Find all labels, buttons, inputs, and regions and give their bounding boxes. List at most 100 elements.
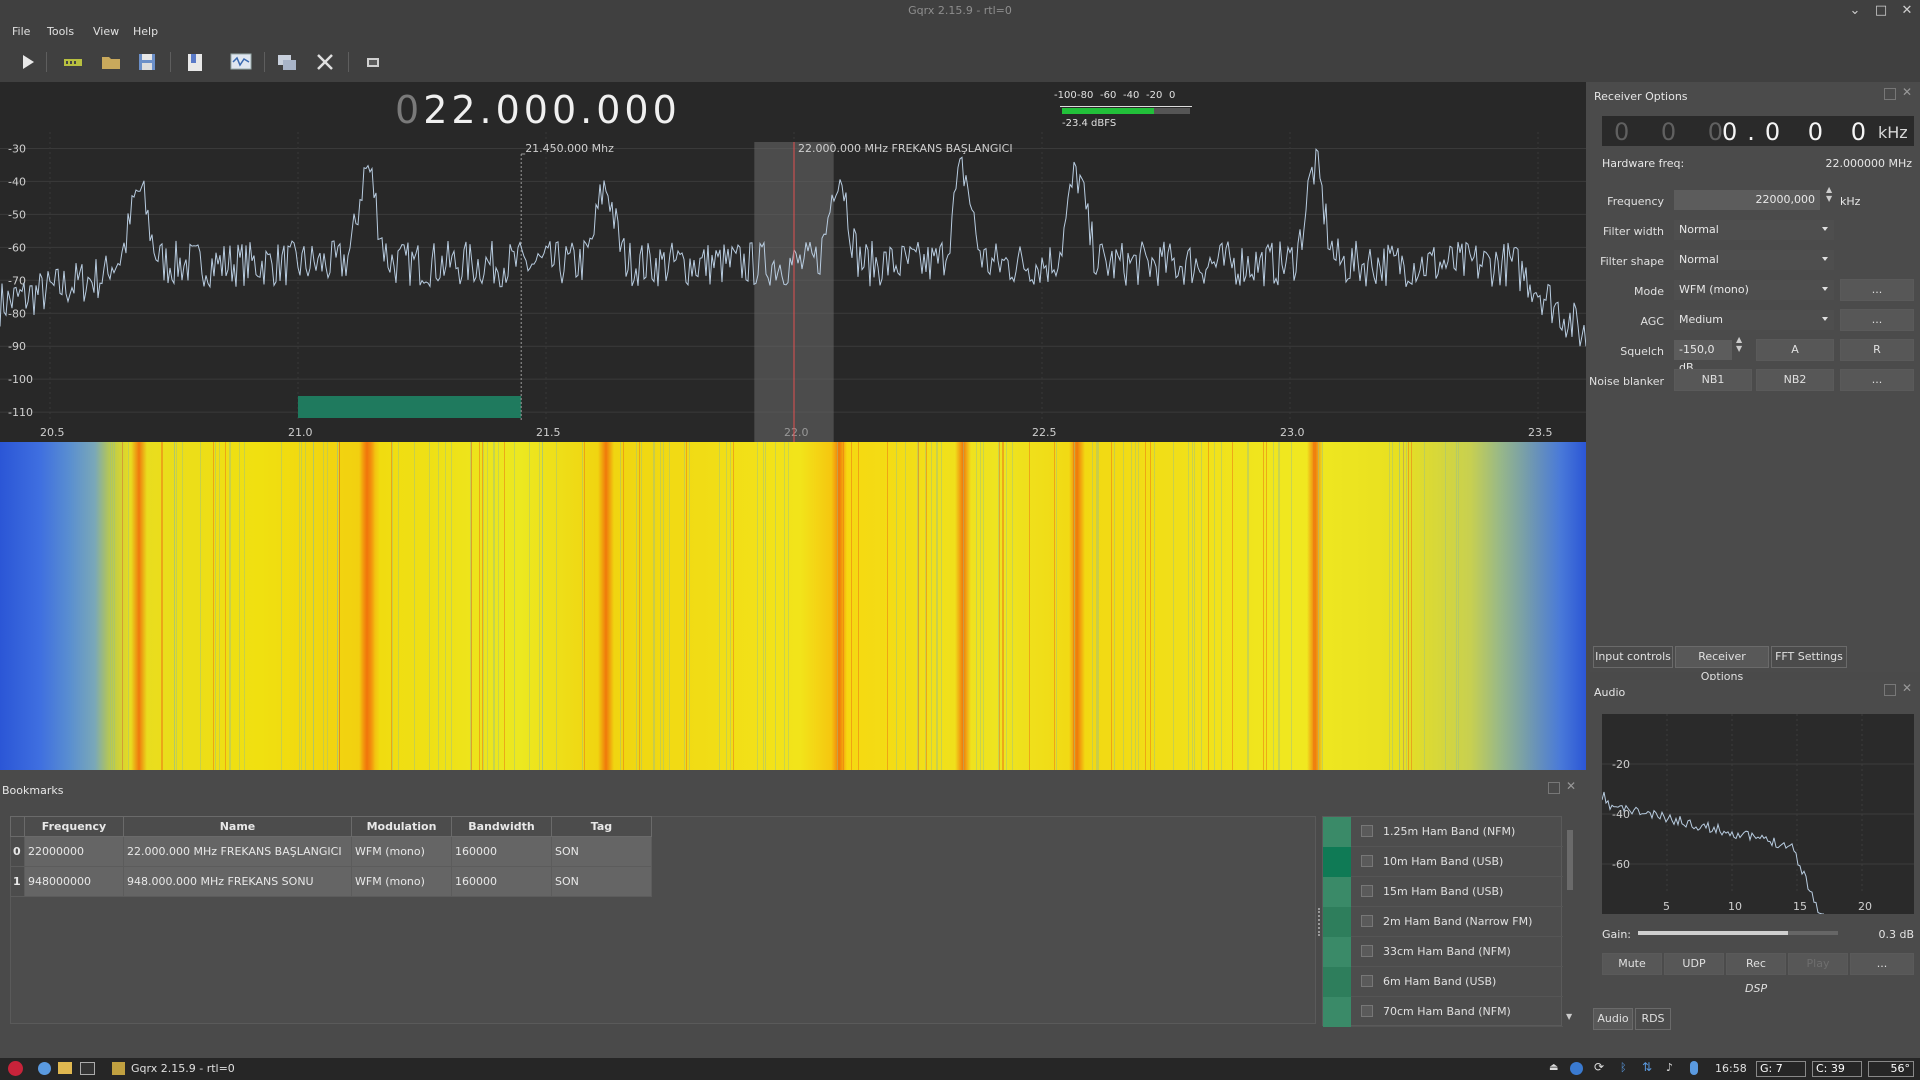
rec-button[interactable]: Rec <box>1726 953 1786 975</box>
cell-name[interactable]: 22.000.000 MHz FREKANS BAŞLANGICI <box>123 836 352 867</box>
cell-bandwidth[interactable]: 160000 <box>451 836 552 867</box>
menu-tools[interactable]: Tools <box>47 25 74 38</box>
frequency-spin-icon[interactable]: ▲ ▼ <box>1826 185 1832 203</box>
splitter-handle[interactable] <box>1318 908 1320 936</box>
remote-icon[interactable] <box>274 50 300 74</box>
column-header-name[interactable]: Name <box>123 816 352 837</box>
table-row[interactable]: 1 948000000 948.000.000 MHz FREKANS SONU… <box>10 866 652 897</box>
nb1-button[interactable]: NB1 <box>1674 369 1752 391</box>
filter-width-select[interactable]: Normal <box>1674 220 1834 240</box>
column-header-bandwidth[interactable]: Bandwidth <box>451 816 552 837</box>
squelch-auto-button[interactable]: A <box>1756 339 1834 361</box>
eject-icon[interactable]: ⏏ <box>1549 1062 1558 1073</box>
tag-checkbox[interactable] <box>1361 855 1373 867</box>
tab-input-controls[interactable]: Input controls <box>1593 646 1673 668</box>
clock[interactable]: 16:58 <box>1715 1062 1747 1075</box>
menu-help[interactable]: Help <box>133 25 158 38</box>
taskbar-app-title[interactable]: Gqrx 2.15.9 - rtl=0 <box>131 1062 235 1075</box>
browser-icon[interactable] <box>38 1062 51 1075</box>
cell-modulation[interactable]: WFM (mono) <box>351 836 452 867</box>
menu-view[interactable]: View <box>93 25 119 38</box>
terminal-icon[interactable] <box>80 1062 95 1075</box>
panel-close-icon[interactable]: ✕ <box>1902 85 1912 99</box>
waterfall-streak <box>162 442 164 770</box>
squelch-spin-icon[interactable]: ▲ ▼ <box>1736 335 1742 353</box>
table-row[interactable]: 0 22000000 22.000.000 MHz FREKANS BAŞLAN… <box>10 836 652 867</box>
close-icon[interactable]: ✕ <box>1898 2 1916 20</box>
mode-select[interactable]: WFM (mono) <box>1674 280 1834 300</box>
transfer-icon[interactable]: ⇅ <box>1642 1060 1652 1074</box>
tab-audio[interactable]: Audio <box>1593 1008 1633 1030</box>
tag-list-item[interactable]: 15m Ham Band (USB) <box>1323 877 1563 907</box>
waterfall-display[interactable] <box>0 442 1586 770</box>
panel-close-icon[interactable]: ✕ <box>1902 681 1912 695</box>
file-manager-icon[interactable] <box>58 1062 72 1074</box>
raspberry-menu-icon[interactable] <box>8 1061 23 1076</box>
tag-checkbox[interactable] <box>1361 885 1373 897</box>
save-icon[interactable] <box>134 50 160 74</box>
tab-rds[interactable]: RDS <box>1635 1008 1671 1030</box>
nb-options-button[interactable]: ... <box>1840 369 1914 391</box>
hardware-icon[interactable] <box>60 50 86 74</box>
settings-icon[interactable] <box>312 50 338 74</box>
tag-checkbox[interactable] <box>1361 975 1373 987</box>
udp-button[interactable]: UDP <box>1664 953 1724 975</box>
tag-checkbox[interactable] <box>1361 825 1373 837</box>
tag-list-item[interactable]: 6m Ham Band (USB) <box>1323 967 1563 997</box>
bookmark-icon[interactable] <box>182 50 208 74</box>
undock-icon[interactable] <box>1884 88 1896 100</box>
menu-file[interactable]: File <box>12 25 30 38</box>
cell-bandwidth[interactable]: 160000 <box>451 866 552 897</box>
column-header-frequency[interactable]: Frequency <box>24 816 124 837</box>
play-icon[interactable] <box>14 50 40 74</box>
offset-frequency-display[interactable]: 0 0 0 0.0 0 0 kHz <box>1602 116 1914 146</box>
tag-checkbox[interactable] <box>1361 915 1373 927</box>
minimize-icon[interactable]: ⌄ <box>1846 2 1864 20</box>
play-button[interactable]: Play <box>1788 953 1848 975</box>
mode-options-button[interactable]: ... <box>1840 279 1914 301</box>
microphone-icon[interactable] <box>1690 1061 1698 1075</box>
tab-fft-settings[interactable]: FFT Settings <box>1771 646 1847 668</box>
cell-frequency[interactable]: 22000000 <box>24 836 124 867</box>
tag-list-item[interactable]: 1.25m Ham Band (NFM) <box>1323 817 1563 847</box>
tag-list-item[interactable]: 70cm Ham Band (NFM) <box>1323 997 1563 1027</box>
tag-list-item[interactable]: 2m Ham Band (Narrow FM) <box>1323 907 1563 937</box>
tag-list-scrollbar[interactable]: ▼ <box>1566 816 1574 1026</box>
column-header-modulation[interactable]: Modulation <box>351 816 452 837</box>
dock-icon[interactable] <box>360 50 386 74</box>
maximize-icon[interactable]: □ <box>1872 2 1890 20</box>
volume-icon[interactable]: ♪ <box>1666 1061 1673 1074</box>
squelch-input[interactable]: -150,0 dB <box>1674 340 1732 374</box>
tag-list-item[interactable]: 33cm Ham Band (NFM) <box>1323 937 1563 967</box>
spectrum-plot[interactable]: 022.000.000 -100 -80 -60 -40 -20 0 -23.4 dBFS… <box>0 82 1586 442</box>
mute-button[interactable]: Mute <box>1602 953 1662 975</box>
undock-icon[interactable] <box>1884 684 1896 696</box>
bluetooth-icon[interactable]: ᛒ <box>1620 1061 1627 1074</box>
cell-frequency[interactable]: 948000000 <box>24 866 124 897</box>
tab-receiver-options[interactable]: Receiver Options <box>1675 646 1769 683</box>
x-tick-label: 21.0 <box>288 426 313 439</box>
gain-slider[interactable] <box>1638 931 1838 935</box>
cell-tag[interactable]: SON <box>551 866 652 897</box>
squelch-reset-button[interactable]: R <box>1840 339 1914 361</box>
agc-options-button[interactable]: ... <box>1840 309 1914 331</box>
panel-close-icon[interactable]: ✕ <box>1566 779 1576 793</box>
cell-modulation[interactable]: WFM (mono) <box>351 866 452 897</box>
nb2-button[interactable]: NB2 <box>1756 369 1834 391</box>
undock-icon[interactable] <box>1548 782 1560 794</box>
iq-tool-icon[interactable] <box>228 50 254 74</box>
open-icon[interactable] <box>98 50 124 74</box>
network-icon[interactable] <box>1570 1062 1583 1075</box>
cell-name[interactable]: 948.000.000 MHz FREKANS SONU <box>123 866 352 897</box>
tag-checkbox[interactable] <box>1361 1005 1373 1017</box>
scroll-down-icon[interactable]: ▼ <box>1566 1012 1572 1021</box>
tag-list-item[interactable]: 10m Ham Band (USB) <box>1323 847 1563 877</box>
audio-options-button[interactable]: ... <box>1850 953 1914 975</box>
filter-shape-select[interactable]: Normal <box>1674 250 1834 270</box>
frequency-input[interactable]: 22000,000 <box>1674 190 1820 210</box>
column-header-tag[interactable]: Tag <box>551 816 652 837</box>
cell-tag[interactable]: SON <box>551 836 652 867</box>
sync-icon[interactable]: ⟳ <box>1594 1060 1604 1074</box>
agc-select[interactable]: Medium <box>1674 310 1834 330</box>
tag-checkbox[interactable] <box>1361 945 1373 957</box>
